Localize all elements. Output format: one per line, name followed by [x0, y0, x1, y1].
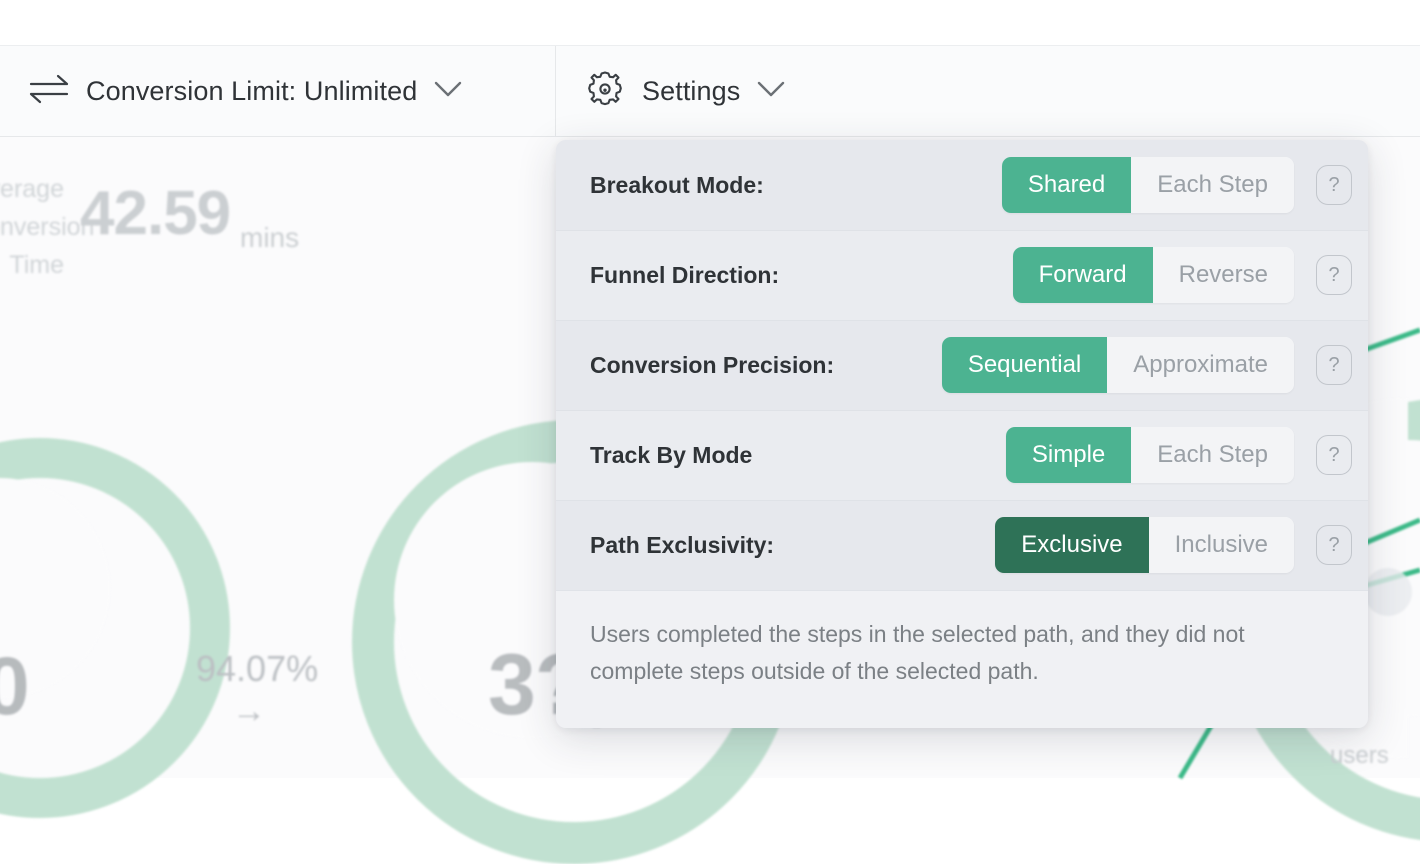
- top-strip: [0, 0, 1420, 45]
- row-label: Funnel Direction:: [590, 261, 780, 288]
- row-label: Conversion Precision:: [590, 351, 835, 378]
- segment-option-selected[interactable]: Sequential: [941, 337, 1108, 393]
- settings-label: Settings: [642, 75, 741, 106]
- avg-conversion-time-unit: mins: [240, 222, 300, 253]
- funnel-step-count-left: 0: [0, 641, 30, 732]
- conversion-limit-label: Conversion Limit: Unlimited: [86, 75, 418, 106]
- avg-conversion-time-value: 42.59: [80, 179, 231, 248]
- segment-option[interactable]: Approximate: [1107, 337, 1294, 393]
- conversion-rate-value: 94.07%: [196, 648, 319, 689]
- row-controls: Forward Reverse ?: [1012, 247, 1352, 303]
- settings-row-path-exclusivity: Path Exclusivity: Exclusive Inclusive ?: [556, 500, 1368, 590]
- swap-arrows-icon: [28, 74, 70, 109]
- segment-option[interactable]: Each Step: [1131, 157, 1294, 213]
- avg-label-line-1: Average: [0, 175, 64, 203]
- chevron-down-icon[interactable]: [433, 79, 463, 104]
- users-caption: users: [1330, 742, 1389, 769]
- settings-panel: Breakout Mode: Shared Each Step ? Funnel…: [556, 140, 1368, 728]
- row-controls: Simple Each Step ?: [1005, 427, 1352, 483]
- avg-label-line-2: Conversion: [0, 213, 95, 241]
- gear-icon: [584, 68, 626, 115]
- help-icon[interactable]: ?: [1316, 255, 1352, 295]
- row-controls: Exclusive Inclusive ?: [995, 517, 1352, 573]
- help-icon[interactable]: ?: [1316, 435, 1352, 475]
- toolbar: Conversion Limit: Unlimited Settings: [0, 45, 1420, 137]
- chevron-down-icon[interactable]: [756, 79, 786, 104]
- segmented-control-breakout-mode[interactable]: Shared Each Step: [1001, 157, 1294, 213]
- help-icon[interactable]: ?: [1316, 165, 1352, 205]
- settings-dropdown[interactable]: Settings: [556, 46, 1420, 136]
- flow-arrow-icon: →: [232, 692, 266, 730]
- segment-option-selected[interactable]: Shared: [1001, 157, 1132, 213]
- settings-row-breakout-mode: Breakout Mode: Shared Each Step ?: [556, 140, 1368, 230]
- settings-description-area: Users completed the steps in the selecte…: [556, 590, 1368, 728]
- settings-row-conversion-precision: Conversion Precision: Sequential Approxi…: [556, 320, 1368, 410]
- settings-row-funnel-direction: Funnel Direction: Forward Reverse ?: [556, 230, 1368, 320]
- settings-row-track-by-mode: Track By Mode Simple Each Step ?: [556, 410, 1368, 500]
- row-label: Breakout Mode:: [590, 171, 764, 198]
- segment-option[interactable]: Reverse: [1152, 247, 1294, 303]
- segment-option[interactable]: Each Step: [1131, 427, 1294, 483]
- help-icon[interactable]: ?: [1316, 345, 1352, 385]
- row-controls: Shared Each Step ?: [1001, 157, 1352, 213]
- help-icon[interactable]: ?: [1316, 525, 1352, 565]
- settings-description-text: Users completed the steps in the selecte…: [590, 621, 1245, 684]
- segment-option-selected[interactable]: Exclusive: [995, 517, 1149, 573]
- segment-option-selected[interactable]: Simple: [1005, 427, 1132, 483]
- avg-label-line-3: Time: [9, 251, 64, 279]
- segmented-control-track-by-mode[interactable]: Simple Each Step: [1005, 427, 1294, 483]
- row-controls: Sequential Approximate ?: [941, 337, 1352, 393]
- segmented-control-funnel-direction[interactable]: Forward Reverse: [1012, 247, 1294, 303]
- row-label: Path Exclusivity:: [590, 531, 775, 558]
- segment-option[interactable]: Inclusive: [1148, 517, 1294, 573]
- segment-option-selected[interactable]: Forward: [1012, 247, 1153, 303]
- segmented-control-path-exclusivity[interactable]: Exclusive Inclusive: [995, 517, 1294, 573]
- segmented-control-conversion-precision[interactable]: Sequential Approximate: [941, 337, 1294, 393]
- conversion-limit-dropdown[interactable]: Conversion Limit: Unlimited: [0, 46, 556, 136]
- avg-conversion-time-label: Average Conversion Time: [0, 170, 95, 284]
- row-label: Track By Mode: [590, 441, 753, 468]
